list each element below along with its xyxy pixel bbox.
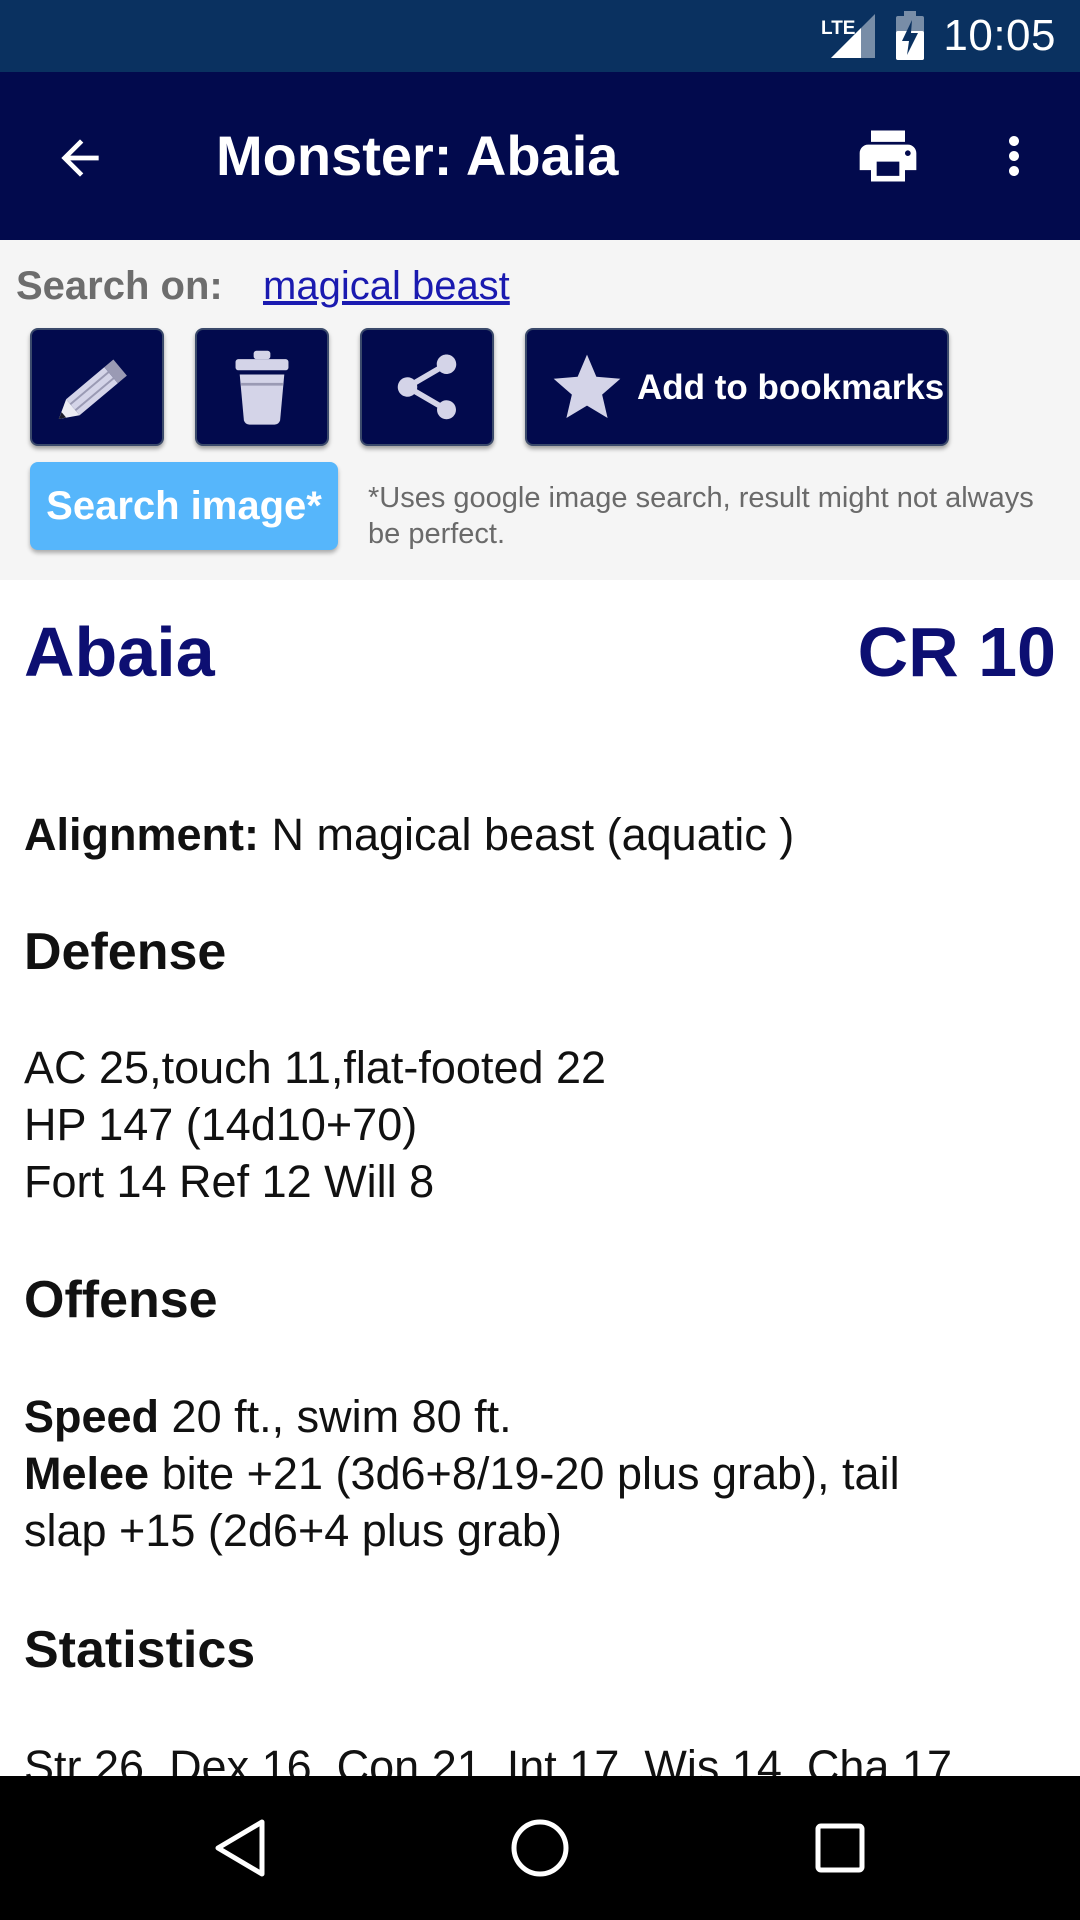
speed-label: Speed xyxy=(24,1391,160,1442)
trash-icon xyxy=(235,350,289,425)
share-icon xyxy=(397,354,457,420)
edit-button[interactable] xyxy=(30,328,164,446)
action-panel: Search on: magical beast Add to bookmark… xyxy=(0,240,1080,580)
alignment-value: N magical beast (aquatic ) xyxy=(258,809,795,860)
melee-label: Melee xyxy=(24,1448,150,1499)
defense-ac-line: AC 25,touch 11,flat-footed 22 xyxy=(24,1042,607,1093)
challenge-rating: CR 10 xyxy=(857,613,1056,691)
star-icon xyxy=(553,354,621,418)
search-on-label: Search on: xyxy=(16,264,223,308)
signal-icon: LTE xyxy=(821,14,876,58)
more-vert-icon xyxy=(1009,136,1019,176)
nav-back-icon xyxy=(215,1819,265,1877)
system-nav-bar xyxy=(0,1776,1080,1920)
status-icons: LTE 10:05 xyxy=(821,0,1056,72)
monster-name: Abaia xyxy=(24,613,215,691)
more-options-button[interactable] xyxy=(974,116,1054,196)
alignment-line: Alignment: N magical beast (aquatic ) xyxy=(24,806,794,863)
nav-home-icon xyxy=(511,1819,569,1877)
back-arrow-icon xyxy=(61,139,99,177)
app-bar: Monster: Abaia xyxy=(0,72,1080,240)
speed-line: Speed 20 ft., swim 80 ft. xyxy=(24,1388,512,1445)
network-type: LTE xyxy=(821,18,855,39)
back-button[interactable] xyxy=(40,118,120,198)
statistics-heading: Statistics xyxy=(24,1621,256,1679)
status-time: 10:05 xyxy=(943,11,1056,60)
battery-icon xyxy=(896,11,925,60)
nav-home-button[interactable] xyxy=(500,1808,580,1888)
print-button[interactable] xyxy=(848,116,928,196)
ability-scores-line: Str 26, Dex 16, Con 21, Int 17, Wis 14, … xyxy=(24,1741,952,1776)
add-to-bookmarks-button[interactable]: Add to bookmarks xyxy=(525,328,949,446)
melee-line-continued: slap +15 (2d6+4 plus grab) xyxy=(24,1505,562,1556)
monster-details: Abaia CR 10 Alignment: N magical beast (… xyxy=(0,580,1080,1776)
status-bar: LTE 10:05 xyxy=(0,0,1080,72)
offense-heading: Offense xyxy=(24,1271,218,1329)
nav-recents-icon xyxy=(815,1823,865,1873)
search-link-magical-beast[interactable]: magical beast xyxy=(263,262,510,310)
nav-back-button[interactable] xyxy=(200,1808,280,1888)
delete-button[interactable] xyxy=(195,328,329,446)
alignment-label: Alignment: xyxy=(24,809,259,860)
bookmark-label: Add to bookmarks xyxy=(637,368,945,407)
defense-hp-line: HP 147 (14d10+70) xyxy=(24,1099,418,1150)
print-icon xyxy=(859,130,917,182)
share-button[interactable] xyxy=(360,328,494,446)
nav-recents-button[interactable] xyxy=(800,1808,880,1888)
search-image-note: *Uses google image search, result might … xyxy=(368,482,1034,550)
melee-line: Melee bite +21 (3d6+8/19-20 plus grab), … xyxy=(24,1445,900,1502)
search-image-button[interactable]: Search image* xyxy=(30,462,338,550)
defense-saves-line: Fort 14 Ref 12 Will 8 xyxy=(24,1156,435,1207)
speed-value: 20 ft., swim 80 ft. xyxy=(159,1391,512,1442)
melee-value: bite +21 (3d6+8/19-20 plus grab), tail xyxy=(149,1448,900,1499)
defense-heading: Defense xyxy=(24,923,227,981)
pencil-icon xyxy=(58,359,127,420)
page-title: Monster: Abaia xyxy=(216,124,619,187)
